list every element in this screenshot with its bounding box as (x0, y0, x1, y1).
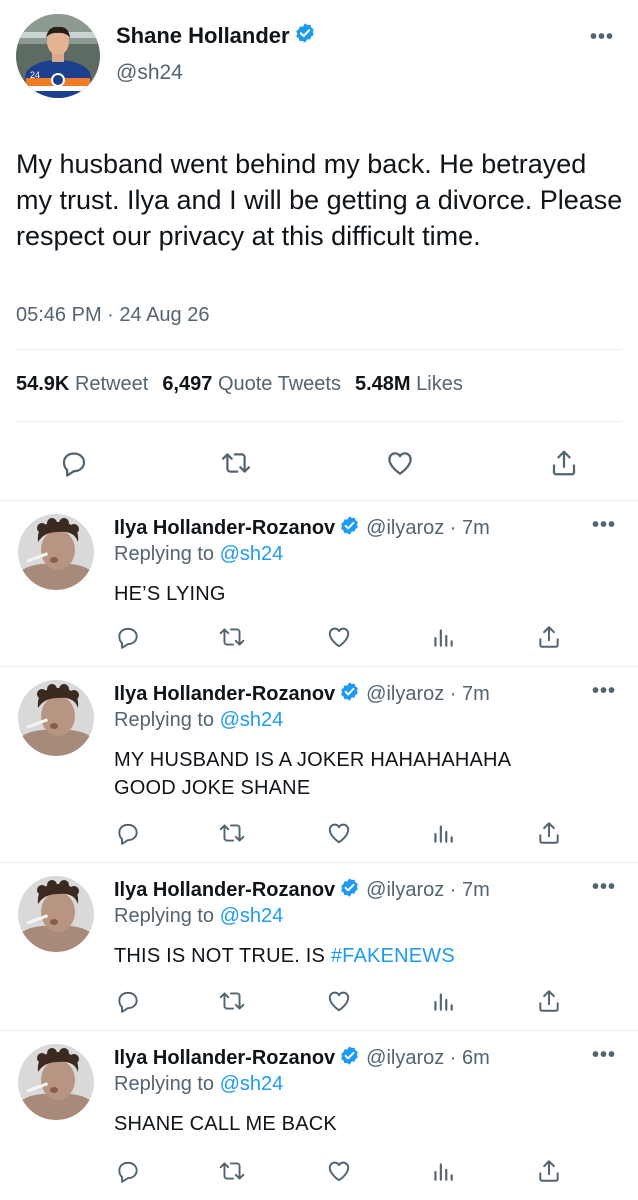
reply-author-name[interactable]: Ilya Hollander-Rozanov (114, 517, 335, 540)
retweet-icon[interactable] (217, 622, 247, 652)
reply-tweet[interactable]: Ilya Hollander-Rozanov @ilyaroz · 7m •••… (0, 502, 638, 670)
reply-header: Ilya Hollander-Rozanov @ilyaroz · 7m (114, 877, 490, 904)
hashtag-link[interactable]: #FAKENEWS (331, 945, 455, 967)
more-options-icon[interactable]: ••• (592, 680, 616, 703)
quote-stat[interactable]: 6,497 Quote Tweets (162, 373, 341, 395)
reply-header: Ilya Hollander-Rozanov @ilyaroz · 7m (114, 681, 490, 708)
reply-author-handle[interactable]: @ilyaroz · 7m (366, 879, 490, 902)
mention-link[interactable]: @sh24 (220, 709, 284, 731)
avatar-ilya[interactable] (18, 680, 94, 756)
share-icon[interactable] (534, 986, 564, 1016)
avatar-ilya[interactable] (18, 1044, 94, 1120)
reply-author-handle[interactable]: @ilyaroz · 6m (366, 1047, 490, 1070)
reply-text: MY HUSBAND IS A JOKER HAHAHAHAHA GOOD JO… (114, 749, 511, 799)
more-options-icon[interactable]: ••• (592, 876, 616, 899)
main-tweet: 24 Shane Hollander @sh24 ••• My husband … (0, 0, 638, 501)
retweet-stat[interactable]: 54.9K Retweet (16, 373, 148, 395)
reply-text: HE’S LYING (114, 583, 226, 605)
more-options-icon[interactable]: ••• (592, 1044, 616, 1067)
like-icon[interactable] (324, 986, 354, 1016)
author-handle[interactable]: @sh24 (116, 61, 183, 85)
retweet-icon[interactable] (217, 1156, 247, 1186)
divider (16, 349, 622, 350)
verified-badge-icon (339, 877, 360, 904)
author-name[interactable]: Shane Hollander (116, 23, 290, 49)
mention-link[interactable]: @sh24 (220, 543, 284, 565)
mention-link[interactable]: @sh24 (220, 1073, 284, 1095)
reply-text: SHANE CALL ME BACK (114, 1113, 337, 1135)
replying-to: Replying to @sh24 (114, 905, 284, 927)
share-icon[interactable] (534, 1156, 564, 1186)
reply-tweet[interactable]: Ilya Hollander-Rozanov @ilyaroz · 7m •••… (0, 864, 638, 1032)
reply-tweet[interactable]: Ilya Hollander-Rozanov @ilyaroz · 7m •••… (0, 668, 638, 863)
divider (0, 666, 638, 667)
share-icon[interactable] (534, 818, 564, 848)
reply-icon[interactable] (113, 622, 143, 652)
reply-author-name[interactable]: Ilya Hollander-Rozanov (114, 683, 335, 706)
analytics-icon[interactable] (428, 818, 458, 848)
reply-author-handle[interactable]: @ilyaroz · 7m (366, 517, 490, 540)
svg-text:24: 24 (30, 70, 40, 80)
more-options-icon[interactable]: ••• (592, 514, 616, 537)
divider (0, 1030, 638, 1031)
mention-link[interactable]: @sh24 (220, 905, 284, 927)
verified-badge-icon (339, 681, 360, 708)
reply-icon[interactable] (113, 986, 143, 1016)
more-options-icon[interactable]: ••• (590, 26, 614, 49)
likes-stat[interactable]: 5.48M Likes (355, 373, 463, 395)
share-icon[interactable] (534, 622, 564, 652)
analytics-icon[interactable] (428, 986, 458, 1016)
like-icon[interactable] (324, 818, 354, 848)
analytics-icon[interactable] (428, 622, 458, 652)
analytics-icon[interactable] (428, 1156, 458, 1186)
tweet-timestamp[interactable]: 05:46 PM · 24 Aug 26 (16, 304, 209, 327)
reply-header: Ilya Hollander-Rozanov @ilyaroz · 6m (114, 1045, 490, 1072)
avatar-ilya[interactable] (18, 514, 94, 590)
divider (0, 862, 638, 863)
reply-author-handle[interactable]: @ilyaroz · 7m (366, 683, 490, 706)
author-name-row[interactable]: Shane Hollander (116, 22, 316, 49)
retweet-icon[interactable] (217, 818, 247, 848)
reply-icon[interactable] (113, 818, 143, 848)
divider (0, 500, 638, 501)
verified-badge-icon (339, 515, 360, 542)
tweet-text: My husband went behind my back. He betra… (16, 149, 623, 251)
avatar-ilya[interactable] (18, 876, 94, 952)
reply-tweet[interactable]: Ilya Hollander-Rozanov @ilyaroz · 6m •••… (0, 1032, 638, 1200)
reply-author-name[interactable]: Ilya Hollander-Rozanov (114, 1047, 335, 1070)
tweet-stats: 54.9K Retweet 6,497 Quote Tweets 5.48M Lik… (16, 373, 463, 396)
replying-to: Replying to @sh24 (114, 709, 284, 731)
retweet-icon[interactable] (218, 445, 254, 481)
reply-header: Ilya Hollander-Rozanov @ilyaroz · 7m (114, 515, 490, 542)
like-icon[interactable] (382, 445, 418, 481)
verified-badge-icon (294, 22, 316, 49)
reply-icon[interactable] (113, 1156, 143, 1186)
divider (16, 421, 622, 422)
share-icon[interactable] (546, 445, 582, 481)
like-icon[interactable] (324, 622, 354, 652)
replying-to: Replying to @sh24 (114, 543, 284, 565)
replying-to: Replying to @sh24 (114, 1073, 284, 1095)
avatar-shane[interactable]: 24 (16, 14, 100, 98)
reply-author-name[interactable]: Ilya Hollander-Rozanov (114, 879, 335, 902)
verified-badge-icon (339, 1045, 360, 1072)
retweet-icon[interactable] (217, 986, 247, 1016)
reply-icon[interactable] (56, 445, 92, 481)
reply-text: THIS IS NOT TRUE. IS #FAKENEWS (114, 945, 455, 967)
like-icon[interactable] (324, 1156, 354, 1186)
